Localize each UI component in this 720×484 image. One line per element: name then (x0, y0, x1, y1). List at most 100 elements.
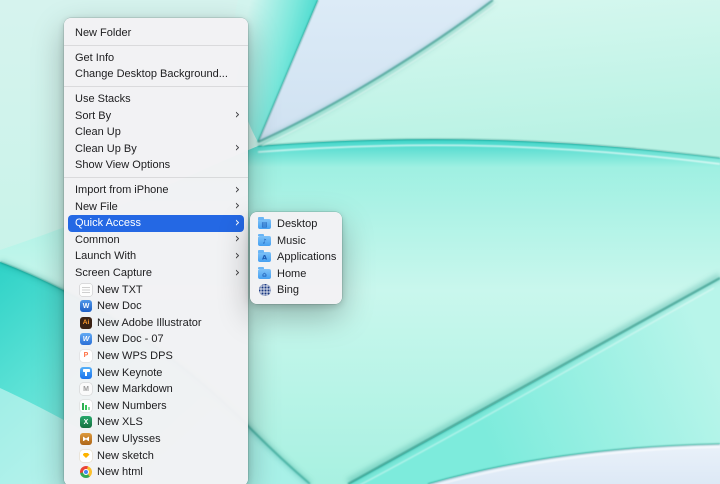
menu-item-label: New Folder (75, 27, 132, 40)
menu-item-label: Get Info (75, 51, 115, 64)
menu-item-new-xls[interactable]: X New XLS (64, 414, 248, 431)
menu-item-label: New sketch (97, 449, 154, 462)
menu-item-new-adobe-illustrator[interactable]: Ai New Adobe Illustrator (64, 315, 248, 332)
menu-item-new-ulysses[interactable]: New Ulysses (64, 431, 248, 448)
submenu-chevron-icon: › (234, 215, 240, 231)
numbers-icon (80, 399, 92, 412)
word-doc-icon: W (80, 300, 92, 313)
submenu-chevron-icon: › (234, 198, 240, 214)
menu-item-label: New Keynote (97, 366, 163, 379)
menu-item-label: Launch With (75, 250, 137, 263)
txt-file-icon (80, 283, 92, 296)
menu-item-label: Screen Capture (75, 267, 153, 280)
wps-writer-icon: W (80, 333, 92, 346)
menu-item-screen-capture[interactable]: Screen Capture › (64, 265, 248, 282)
menu-item-label: Music (277, 234, 306, 247)
menu-item-new-html[interactable]: New html (64, 464, 248, 481)
menu-item-new-sketch[interactable]: New sketch (64, 447, 248, 464)
menu-item-label: New XLS (97, 416, 143, 429)
icon-glyph: W (82, 302, 90, 310)
desktop-context-menu: New Folder Get Info Change Desktop Backgro… (64, 18, 248, 484)
desktop: New Folder Get Info Change Desktop Backgro… (0, 0, 720, 484)
menu-item-common[interactable]: Common › (64, 232, 248, 249)
submenu-item-bing[interactable]: Bing (250, 282, 342, 299)
menu-item-label: Sort By (75, 109, 112, 122)
menu-item-label: Quick Access (75, 217, 142, 230)
submenu-chevron-icon: › (234, 140, 240, 156)
icon-glyph: X (83, 418, 89, 426)
menu-item-label: New File (75, 200, 118, 213)
bing-globe-icon (258, 284, 271, 297)
wps-dps-icon: P (80, 349, 92, 362)
menu-item-label: New Doc (97, 300, 142, 313)
icon-glyph: W (82, 335, 90, 343)
menu-item-get-info[interactable]: Get Info (64, 50, 248, 67)
menu-item-label: Show View Options (75, 159, 171, 172)
menu-item-label: Bing (277, 284, 300, 297)
markdown-icon: M (80, 383, 92, 396)
menu-item-clean-up[interactable]: Clean Up (64, 124, 248, 141)
icon-glyph: ▤ (261, 220, 268, 229)
quick-access-submenu: ▤ Desktop ♪ Music A Applications ⌂ Home Bing (250, 212, 342, 304)
submenu-item-music[interactable]: ♪ Music (250, 233, 342, 250)
ulysses-icon (80, 432, 92, 445)
icon-glyph: ♪ (262, 237, 267, 246)
menu-item-clean-up-by[interactable]: Clean Up By › (64, 141, 248, 158)
menu-item-label: New Markdown (97, 383, 173, 396)
icon-glyph: ⌂ (262, 270, 267, 279)
icon-glyph: M (83, 385, 89, 393)
menu-separator (64, 177, 248, 179)
home-folder-icon: ⌂ (258, 266, 271, 279)
menu-item-new-numbers[interactable]: New Numbers (64, 397, 248, 414)
submenu-item-applications[interactable]: A Applications (250, 249, 342, 266)
menu-item-label: Applications (277, 251, 336, 264)
menu-item-label: Import from iPhone (75, 184, 169, 197)
menu-item-label: New Ulysses (97, 432, 161, 445)
menu-item-import-from-iphone[interactable]: Import from iPhone › (64, 182, 248, 199)
menu-item-use-stacks[interactable]: Use Stacks (64, 91, 248, 108)
submenu-item-home[interactable]: ⌂ Home (250, 266, 342, 283)
menu-item-new-markdown[interactable]: M New Markdown (64, 381, 248, 398)
menu-item-new-doc[interactable]: W New Doc (64, 298, 248, 315)
menu-item-sort-by[interactable]: Sort By › (64, 107, 248, 124)
menu-item-label: Change Desktop Background... (75, 68, 228, 81)
menu-item-new-folder[interactable]: New Folder (64, 25, 248, 42)
menu-item-label: New TXT (97, 283, 143, 296)
menu-item-label: New html (97, 466, 143, 479)
submenu-chevron-icon: › (234, 182, 240, 198)
menu-item-show-view-options[interactable]: Show View Options (64, 157, 248, 174)
desktop-folder-icon: ▤ (258, 217, 271, 230)
menu-separator (64, 45, 248, 47)
menu-item-label: New Doc - 07 (97, 333, 164, 346)
menu-item-new-doc-07[interactable]: W New Doc - 07 (64, 331, 248, 348)
menu-item-label: Desktop (277, 218, 318, 231)
html-chrome-icon (80, 466, 92, 479)
submenu-chevron-icon: › (234, 248, 240, 264)
menu-item-label: Clean Up By (75, 142, 137, 155)
submenu-chevron-icon: › (234, 107, 240, 123)
submenu-item-desktop[interactable]: ▤ Desktop (250, 216, 342, 233)
icon-glyph: A (261, 253, 268, 262)
menu-item-new-txt[interactable]: New TXT (64, 281, 248, 298)
menu-item-label: New Numbers (97, 399, 167, 412)
menu-item-label: Use Stacks (75, 93, 131, 106)
excel-icon: X (80, 416, 92, 429)
menu-item-label: Clean Up (75, 126, 121, 139)
menu-item-new-file[interactable]: New File › (64, 198, 248, 215)
menu-item-label: Common (75, 233, 120, 246)
applications-folder-icon: A (258, 250, 271, 263)
menu-item-quick-access[interactable]: Quick Access › (68, 214, 244, 232)
icon-glyph: P (83, 352, 89, 360)
menu-item-new-keynote[interactable]: New Keynote (64, 364, 248, 381)
menu-item-launch-with[interactable]: Launch With › (64, 248, 248, 265)
menu-item-change-desktop-background[interactable]: Change Desktop Background... (64, 66, 248, 83)
music-folder-icon: ♪ (258, 233, 271, 246)
submenu-chevron-icon: › (234, 265, 240, 281)
menu-item-label: Home (277, 267, 307, 280)
submenu-chevron-icon: › (234, 231, 240, 247)
icon-glyph: Ai (82, 318, 90, 326)
menu-item-new-wps-dps[interactable]: P New WPS DPS (64, 348, 248, 365)
sketch-icon (80, 449, 92, 462)
menu-separator (64, 86, 248, 88)
adobe-illustrator-icon: Ai (80, 316, 92, 329)
